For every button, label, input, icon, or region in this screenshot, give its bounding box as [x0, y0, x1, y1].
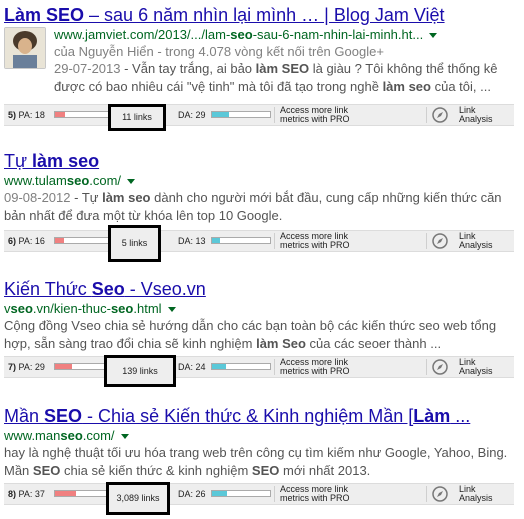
rank-number: 8)	[8, 489, 17, 499]
result-title-link[interactable]: Mần SEO - Chia sẻ Kiến thức & Kinh nghiệ…	[4, 405, 520, 427]
result-snippet: Cộng đồng Vseo chia sẻ hướng dẫn cho các…	[4, 318, 497, 351]
rank-number: 7)	[8, 362, 17, 372]
author-byline[interactable]: của Nguyễn Hiển - trong 4.078 vòng kết n…	[54, 43, 520, 60]
pa-bar	[54, 490, 114, 497]
link-analysis-button[interactable]: Link Analysis	[459, 358, 493, 376]
result-snippet: 29-07-2013 - Vẫn tay trắng, ai bảo làm S…	[54, 61, 498, 94]
pa-bar	[54, 111, 114, 118]
dropdown-caret-icon[interactable]	[167, 307, 176, 313]
link-analysis-button[interactable]: Link Analysis	[459, 106, 493, 124]
pa-label: PA: 18	[18, 110, 45, 120]
link-analysis-button[interactable]: Link Analysis	[459, 232, 493, 250]
links-count-box[interactable]: 139 links	[104, 355, 176, 387]
pa-label: PA: 16	[18, 236, 45, 246]
pro-upsell-link[interactable]: Access more link metrics with PRO	[280, 106, 350, 124]
da-bar-fill	[212, 112, 229, 117]
compass-icon[interactable]	[432, 486, 448, 502]
result-title-link[interactable]: Kiến Thức Seo - Vseo.vn	[4, 278, 520, 300]
dropdown-caret-icon[interactable]	[429, 33, 438, 39]
author-row: www.jamviet.com/2013/.../lam-seo-sau-6-n…	[4, 26, 520, 96]
da-bar	[211, 111, 271, 118]
pa-bar-fill	[55, 364, 72, 369]
mozbar: 8) PA: 37 DA: 26 Access more link metrics…	[4, 483, 514, 505]
pa-label: PA: 37	[18, 489, 45, 499]
result-url: vseo.vn/kien-thuc-seo.html	[4, 300, 520, 317]
result-url: www.manseo.com/	[4, 427, 520, 444]
result-snippet: 09-08-2012 - Tự làm seo dành cho người m…	[4, 190, 502, 223]
mozbar: 7) PA: 29 DA: 24 Access more link metrics…	[4, 356, 514, 378]
da-bar	[211, 363, 271, 370]
da-bar	[211, 490, 271, 497]
result-snippet: hay là nghệ thuật tối ưu hóa trang web t…	[4, 445, 508, 478]
da-bar-fill	[212, 238, 220, 243]
search-result: Kiến Thức Seo - Vseo.vn vseo.vn/kien-thu…	[4, 278, 520, 353]
links-count-box[interactable]: 11 links	[108, 104, 166, 131]
da-label: DA: 24	[178, 362, 206, 372]
dropdown-caret-icon[interactable]	[127, 179, 136, 185]
rank-number: 5)	[8, 110, 17, 120]
pa-bar-fill	[55, 491, 77, 496]
da-bar-fill	[212, 364, 226, 369]
pro-upsell-link[interactable]: Access more link metrics with PRO	[280, 485, 350, 503]
da-label: DA: 26	[178, 489, 206, 499]
pro-upsell-link[interactable]: Access more link metrics with PRO	[280, 232, 350, 250]
search-result: Tự làm seo www.tulamseo.com/ 09-08-2012 …	[4, 150, 520, 225]
pa-bar-fill	[55, 238, 65, 243]
da-label: DA: 29	[178, 110, 206, 120]
rank-number: 6)	[8, 236, 17, 246]
pa-bar	[54, 237, 114, 244]
compass-icon[interactable]	[432, 359, 448, 375]
result-title-link[interactable]: Tự làm seo	[4, 150, 520, 172]
result-url: www.jamviet.com/2013/.../lam-seo-sau-6-n…	[54, 26, 520, 43]
pro-upsell-link[interactable]: Access more link metrics with PRO	[280, 358, 350, 376]
links-count-box[interactable]: 3,089 links	[106, 482, 170, 515]
links-count-box[interactable]: 5 links	[108, 225, 161, 262]
author-avatar[interactable]	[4, 27, 46, 69]
dropdown-caret-icon[interactable]	[120, 434, 129, 440]
search-result: Làm SEO – sau 6 năm nhìn lại mình … | Bl…	[4, 4, 520, 96]
da-bar-fill	[212, 491, 228, 496]
result-title-link[interactable]: Làm SEO – sau 6 năm nhìn lại mình … | Bl…	[4, 4, 520, 26]
da-label: DA: 13	[178, 236, 206, 246]
link-analysis-button[interactable]: Link Analysis	[459, 485, 493, 503]
compass-icon[interactable]	[432, 107, 448, 123]
result-url: www.tulamseo.com/	[4, 172, 520, 189]
result-date: 29-07-2013	[54, 61, 121, 76]
result-date: 09-08-2012	[4, 190, 71, 205]
compass-icon[interactable]	[432, 233, 448, 249]
pa-bar-fill	[55, 112, 66, 117]
pa-label: PA: 29	[18, 362, 45, 372]
mozbar: 6) PA: 16 DA: 13 Access more link metrics…	[4, 230, 514, 252]
mozbar: 5) PA: 18 DA: 29 Access more link metrics…	[4, 104, 514, 126]
search-result: Mần SEO - Chia sẻ Kiến thức & Kinh nghiệ…	[4, 405, 520, 480]
da-bar	[211, 237, 271, 244]
